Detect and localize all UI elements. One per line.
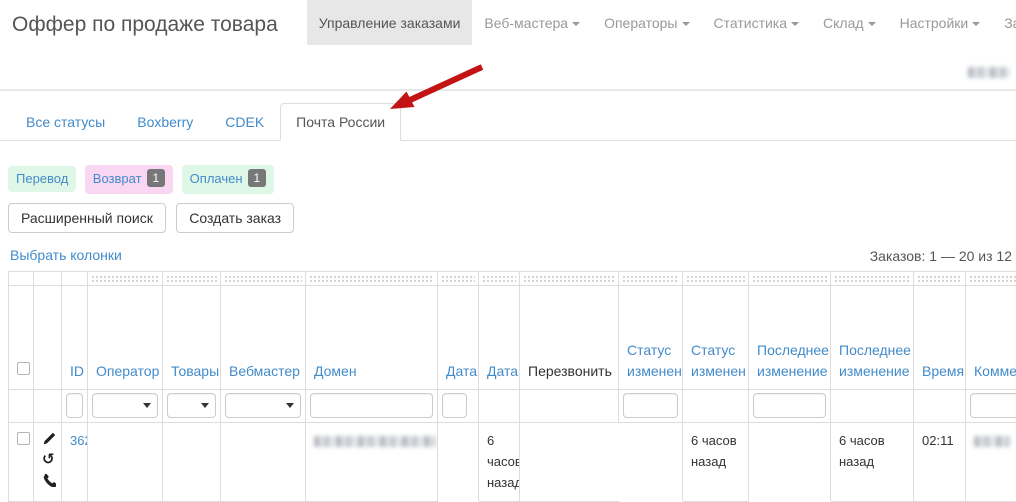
sort-last-change-2[interactable]: Последнее изменение (839, 342, 911, 378)
orders-summary: Заказов: 1 — 20 из 12 (870, 248, 1012, 264)
orders-grid: ID Оператор Товары Вебмастер Домен Дата … (8, 271, 1016, 502)
chevron-down-icon (972, 22, 980, 26)
sort-comment[interactable]: Комментарий (974, 363, 1016, 379)
status-tabs: Все статусы Boxberry CDEK Почта России (0, 103, 1016, 141)
sort-last-change-1[interactable]: Последнее изменение (757, 342, 829, 378)
cell-callback (520, 423, 619, 502)
tab-all-statuses[interactable]: Все статусы (10, 103, 121, 141)
column-grip-handle[interactable] (309, 274, 434, 283)
select-all-checkbox[interactable] (17, 362, 30, 375)
nav-item-tasks[interactable]: Задачи (992, 0, 1016, 45)
badge-vozvrat[interactable]: Возврат1 (85, 165, 173, 194)
column-grip-handle[interactable] (686, 274, 745, 283)
sort-date-1[interactable]: Дата (446, 363, 477, 379)
column-grip-handle[interactable] (917, 274, 962, 283)
column-grip-handle[interactable] (969, 274, 1016, 283)
column-grip-handle[interactable] (523, 274, 615, 283)
cell-last-change-1 (749, 423, 831, 502)
filter-operator-select[interactable] (92, 393, 158, 418)
sort-webmaster[interactable]: Вебмастер (229, 363, 300, 379)
tab-pochta-rossii[interactable]: Почта России (280, 103, 401, 141)
chevron-down-icon (682, 22, 690, 26)
nav-item-statistics[interactable]: Статистика (702, 0, 812, 45)
cell-date-2: 6 часов назад (479, 423, 520, 502)
phone-icon[interactable] (42, 473, 56, 487)
column-grip-handle[interactable] (224, 274, 302, 283)
actions-column-header (34, 286, 62, 390)
cell-comment (966, 423, 1016, 502)
app-title: Оффер по продаже товара (0, 0, 293, 37)
header-row: ID Оператор Товары Вебмастер Домен Дата … (9, 286, 1016, 390)
cell-products (163, 423, 221, 502)
nav-item-settings[interactable]: Настройки (888, 0, 993, 45)
nav-item-webmasters[interactable]: Веб-мастера (472, 0, 592, 45)
nav-item-order-management[interactable]: Управление заказами (307, 0, 473, 45)
select-caret-icon (143, 403, 151, 408)
filter-comment-input[interactable] (970, 393, 1016, 418)
column-grip-handle[interactable] (752, 274, 827, 283)
count-badge: 1 (147, 169, 166, 187)
filter-id-input[interactable] (66, 393, 83, 418)
order-id-link[interactable]: 362 (70, 433, 88, 448)
column-grip-handle[interactable] (482, 274, 516, 283)
history-icon[interactable]: ↺ (42, 453, 55, 466)
header-callback: Перезвонить (520, 286, 619, 390)
sort-status-changed-1[interactable]: Статус изменен (627, 342, 682, 378)
row-checkbox[interactable] (17, 432, 30, 445)
nav-item-warehouse[interactable]: Склад (811, 0, 888, 45)
cell-status-changed-2: 6 часов назад (683, 423, 749, 502)
select-caret-icon (286, 403, 294, 408)
tab-cdek[interactable]: CDEK (209, 103, 280, 141)
sort-time[interactable]: Время (922, 363, 964, 379)
cell-status-changed-1 (619, 423, 683, 502)
cell-date-1 (438, 423, 479, 502)
create-order-button[interactable]: Создать заказ (176, 203, 294, 233)
redacted-domain (314, 436, 436, 447)
column-grip-handle[interactable] (166, 274, 217, 283)
chevron-down-icon (791, 22, 799, 26)
column-grip-handle[interactable] (441, 274, 475, 283)
status-filter-badges: Перевод Возврат1 Оплачен1 (8, 165, 1016, 194)
cell-operator (88, 423, 163, 502)
redacted-comment (974, 436, 1010, 447)
sort-products[interactable]: Товары (171, 363, 219, 379)
cell-domain (306, 423, 438, 502)
filter-date-input[interactable] (442, 393, 467, 418)
sort-id[interactable]: ID (70, 363, 84, 379)
filter-status-changed-input[interactable] (623, 393, 678, 418)
filter-webmaster-select[interactable] (225, 393, 301, 418)
filter-domain-input[interactable] (310, 393, 433, 418)
sort-date-2[interactable]: Дата (487, 363, 518, 379)
nav-item-operators[interactable]: Операторы (592, 0, 701, 45)
main-nav: Управление заказами Веб-мастера Оператор… (307, 0, 1016, 45)
badge-perevod[interactable]: Перевод (8, 166, 76, 192)
advanced-search-button[interactable]: Расширенный поиск (8, 203, 166, 233)
current-user[interactable] (968, 64, 1010, 82)
edit-pencil-icon[interactable] (42, 432, 56, 446)
choose-columns-link[interactable]: Выбрать колонки (10, 247, 122, 263)
filter-last-change-input[interactable] (753, 393, 826, 418)
filter-row (9, 390, 1016, 423)
sort-operator[interactable]: Оператор (96, 363, 159, 379)
column-grip-handle[interactable] (622, 274, 679, 283)
tab-boxberry[interactable]: Boxberry (121, 103, 209, 141)
cell-webmaster (221, 423, 306, 502)
chevron-down-icon (868, 22, 876, 26)
sort-status-changed-2[interactable]: Статус изменен (691, 342, 746, 378)
badge-oplachen[interactable]: Оплачен1 (182, 165, 275, 194)
column-grip-handle[interactable] (834, 274, 910, 283)
cell-time: 02:11 (914, 423, 966, 502)
chevron-down-icon (572, 22, 580, 26)
select-caret-icon (201, 403, 209, 408)
column-grip-handle[interactable] (91, 274, 159, 283)
cell-last-change-2: 6 часов назад (831, 423, 914, 502)
top-navbar: Оффер по продаже товара Управление заказ… (0, 0, 1016, 91)
sort-domain[interactable]: Домен (314, 363, 357, 379)
redacted-username (968, 67, 1010, 78)
toolbar: Расширенный поиск Создать заказ (8, 203, 1016, 233)
filter-products-select[interactable] (167, 393, 216, 418)
count-badge: 1 (248, 169, 267, 187)
table-row: ↺ 362 6 часов назад 6 часов назад 6 часо… (9, 423, 1016, 502)
column-grips-row (9, 272, 1016, 286)
